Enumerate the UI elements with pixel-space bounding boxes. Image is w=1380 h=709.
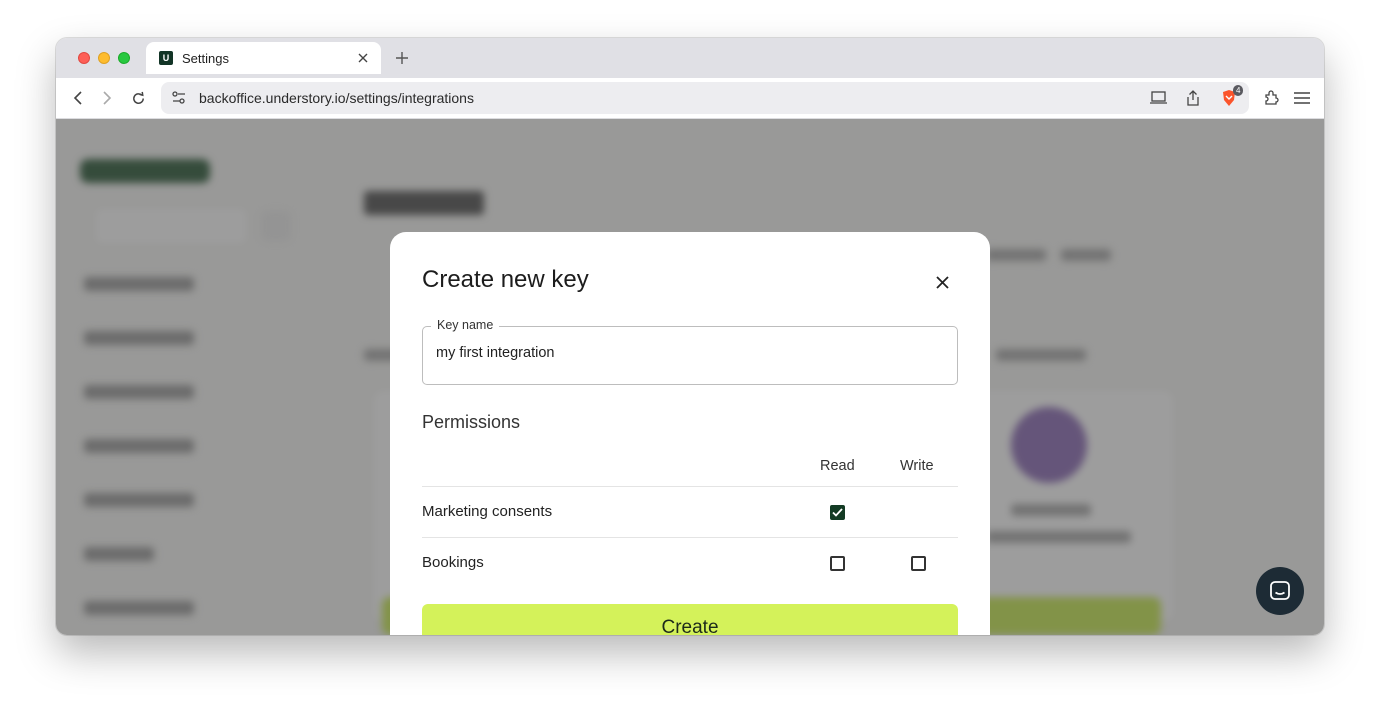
close-tab-icon[interactable] bbox=[355, 50, 371, 66]
key-name-field[interactable]: Key name bbox=[422, 318, 958, 385]
chat-icon bbox=[1270, 581, 1290, 600]
browser-window: U Settings backoffice.understory.io/sett… bbox=[56, 38, 1324, 635]
shields-count-badge: 4 bbox=[1233, 85, 1244, 96]
tab-title: Settings bbox=[182, 50, 229, 66]
url-text: backoffice.understory.io/settings/integr… bbox=[199, 90, 474, 106]
column-header-read: Read bbox=[820, 458, 855, 474]
bookings-read-checkbox[interactable] bbox=[830, 556, 845, 571]
site-settings-icon[interactable] bbox=[171, 90, 187, 106]
key-name-label: Key name bbox=[431, 318, 500, 332]
close-dialog-icon[interactable] bbox=[930, 270, 954, 294]
brave-shields-icon[interactable]: 4 bbox=[1219, 85, 1244, 108]
permissions-heading: Permissions bbox=[422, 412, 521, 432]
browser-toolbar: backoffice.understory.io/settings/integr… bbox=[56, 78, 1324, 119]
new-tab-icon[interactable] bbox=[393, 49, 411, 67]
dialog-title: Create new key bbox=[422, 266, 589, 293]
chat-support-button[interactable] bbox=[1256, 567, 1304, 615]
minimize-window-button[interactable] bbox=[98, 52, 110, 64]
window-controls bbox=[78, 52, 130, 64]
forward-icon[interactable] bbox=[97, 88, 117, 108]
marketing-consents-read-checkbox[interactable] bbox=[830, 505, 845, 520]
extensions-icon[interactable] bbox=[1261, 88, 1281, 108]
key-name-input[interactable] bbox=[436, 345, 936, 361]
checkmark-icon bbox=[832, 508, 843, 517]
create-key-dialog: Create new key Key name Permissions Read… bbox=[390, 232, 990, 635]
menu-icon[interactable] bbox=[1292, 88, 1312, 108]
share-icon[interactable] bbox=[1183, 88, 1203, 108]
maximize-window-button[interactable] bbox=[118, 52, 130, 64]
bookings-write-checkbox[interactable] bbox=[911, 556, 926, 571]
column-header-write: Write bbox=[900, 458, 934, 474]
close-window-button[interactable] bbox=[78, 52, 90, 64]
back-icon[interactable] bbox=[68, 88, 88, 108]
address-bar[interactable]: backoffice.understory.io/settings/integr… bbox=[161, 82, 1249, 114]
reload-icon[interactable] bbox=[128, 88, 148, 108]
permission-label-marketing-consents: Marketing consents bbox=[422, 503, 553, 520]
divider bbox=[422, 486, 958, 487]
create-key-button[interactable]: Create bbox=[422, 604, 958, 635]
tab-settings[interactable]: U Settings bbox=[146, 42, 381, 74]
tab-strip: U Settings bbox=[56, 38, 1324, 78]
permission-label-bookings: Bookings bbox=[422, 554, 484, 571]
favicon-icon: U bbox=[159, 51, 173, 65]
cast-icon[interactable] bbox=[1149, 88, 1169, 108]
divider bbox=[422, 537, 958, 538]
page-content: Create new key Key name Permissions Read… bbox=[56, 119, 1324, 635]
